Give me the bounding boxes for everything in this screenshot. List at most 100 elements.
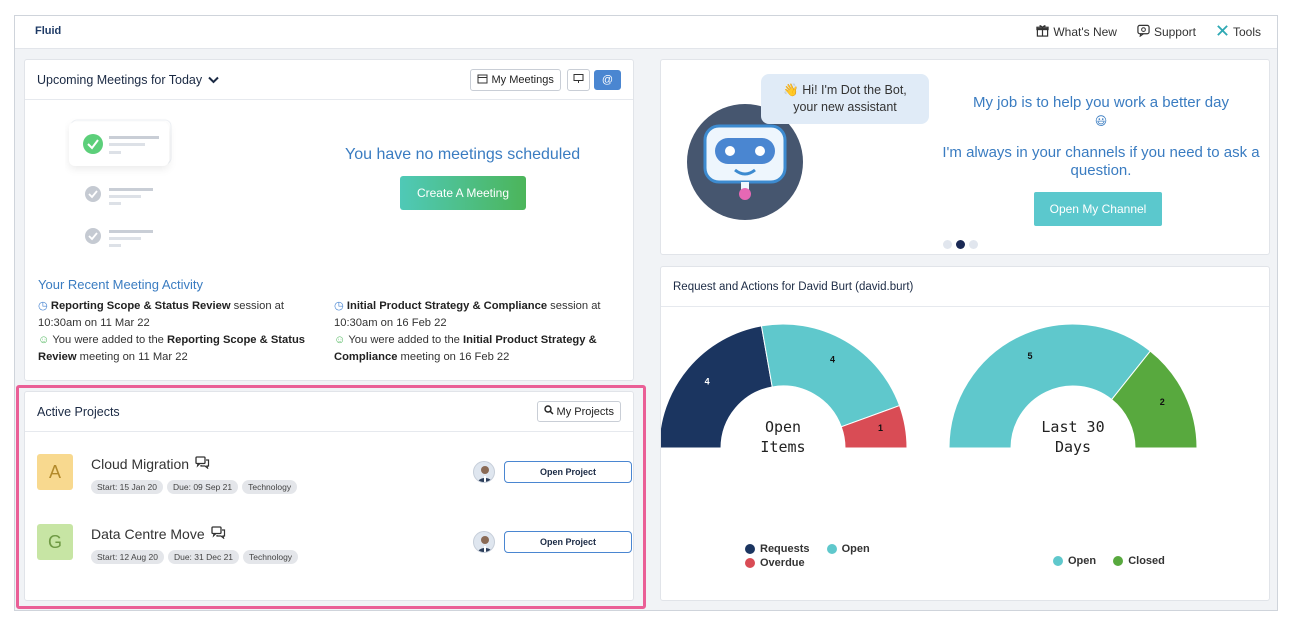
activity-item: ◷ Initial Product Strategy & Compliance …: [334, 298, 624, 332]
carousel-dot[interactable]: [969, 240, 978, 249]
slice-value-label: 4: [830, 354, 835, 364]
activity-text: meeting on 16 Feb 22: [397, 351, 510, 363]
chat-icon[interactable]: [195, 456, 210, 472]
project-name[interactable]: Data Centre Move: [91, 526, 226, 542]
donut-slice-open[interactable]: [760, 323, 901, 428]
legend-item-requests: Requests: [745, 543, 810, 555]
legend-label: Open: [841, 543, 870, 555]
chevron-down-icon[interactable]: [208, 73, 219, 87]
due-date-tag: Due: 31 Dec 21: [167, 550, 240, 564]
carousel-dot[interactable]: [943, 240, 952, 249]
avatar[interactable]: [473, 531, 495, 553]
donut-slice-requests[interactable]: [661, 325, 773, 449]
meetings-header: Upcoming Meetings for Today My Meetings …: [25, 60, 633, 100]
project-row: G Data Centre Move Start: 12 Aug 20 Due:…: [37, 524, 632, 568]
app-frame: Fluid What's New Support Tools Upcoming …: [14, 15, 1278, 611]
recent-activity-title: Your Recent Meeting Activity: [38, 277, 203, 292]
present-button[interactable]: [566, 68, 590, 91]
project-letter-badge: G: [37, 524, 73, 560]
projects-card: Active Projects My Projects A Cloud Migr…: [24, 391, 634, 601]
legend-item-open: Open: [826, 543, 870, 555]
project-letter-badge: A: [37, 454, 73, 490]
whats-new-link[interactable]: What's New: [1036, 24, 1117, 40]
clock-check-icon: ◷: [38, 300, 48, 312]
carousel-dots: [943, 240, 978, 249]
slice-value-label: 1: [878, 423, 883, 433]
my-projects-button[interactable]: My Projects: [536, 401, 621, 422]
support-icon: [1137, 24, 1150, 40]
activity-prefix: You were added to the: [348, 334, 464, 346]
legend-label: Open: [1068, 555, 1097, 567]
requests-card: Request and Actions for David Burt (davi…: [660, 266, 1270, 601]
activity-item: ☺ You were added to the Reporting Scope …: [38, 332, 328, 366]
start-date-tag: Start: 15 Jan 20: [91, 480, 164, 494]
meetings-card: Upcoming Meetings for Today My Meetings …: [24, 59, 634, 381]
meetings-illustration: [65, 116, 185, 256]
open-channel-button[interactable]: Open My Channel: [1034, 192, 1162, 226]
clock-check-icon: ◷: [334, 300, 344, 312]
create-meeting-button[interactable]: Create A Meeting: [400, 176, 526, 210]
donut-center-label: Open: [765, 418, 801, 436]
presentation-icon: [573, 73, 584, 87]
project-name[interactable]: Cloud Migration: [91, 456, 210, 472]
bot-message-1: My job is to help you work a better day …: [941, 94, 1261, 130]
calendar-icon: [477, 73, 488, 87]
open-project-button[interactable]: Open Project: [504, 461, 632, 483]
due-date-tag: Due: 09 Sep 21: [167, 480, 239, 494]
meetings-title[interactable]: Upcoming Meetings for Today: [37, 73, 470, 87]
activity-text: meeting on 11 Mar 22: [76, 351, 188, 363]
legend-open-items: Requests Open Overdue: [745, 543, 915, 571]
activity-meeting-name: Reporting Scope & Status Review: [50, 300, 231, 312]
legend-label: Closed: [1128, 555, 1165, 567]
meetings-title-label: Upcoming Meetings for Today: [37, 72, 203, 87]
whats-new-label: What's New: [1053, 25, 1117, 39]
start-date-tag: Start: 12 Aug 20: [91, 550, 164, 564]
carousel-dot-active[interactable]: [956, 240, 965, 249]
donut-center-label: Days: [1055, 438, 1091, 456]
mention-button[interactable]: @: [593, 69, 621, 90]
bot-bubble-text2: your new assistant: [793, 100, 897, 114]
slice-value-label: 5: [1028, 351, 1033, 361]
user-added-icon: ☺: [38, 334, 50, 346]
support-link[interactable]: Support: [1137, 24, 1196, 40]
bot-message-1-text: My job is to help you work a better day: [973, 94, 1229, 111]
top-links: What's New Support Tools: [1036, 24, 1261, 40]
activity-prefix: You were added to the: [52, 334, 168, 346]
smile-emoji: 😃: [1094, 114, 1108, 128]
bot-message-2: I'm always in your channels if you need …: [942, 144, 1260, 179]
open-project-button[interactable]: Open Project: [504, 531, 632, 553]
tools-link[interactable]: Tools: [1216, 24, 1261, 40]
tools-icon: [1216, 24, 1229, 40]
project-row: A Cloud Migration Start: 15 Jan 20 Due: …: [37, 454, 632, 498]
tools-label: Tools: [1232, 25, 1261, 39]
project-name-label: Data Centre Move: [91, 526, 205, 542]
search-icon: [543, 405, 554, 418]
project-name-label: Cloud Migration: [91, 456, 190, 472]
user-added-icon: ☺: [334, 334, 346, 346]
support-label: Support: [1153, 25, 1196, 39]
legend-item-closed: Closed: [1113, 555, 1165, 567]
legend-last-30-days: Open Closed: [1053, 555, 1179, 569]
wave-icon: 👋: [783, 83, 799, 97]
avatar[interactable]: [473, 461, 495, 483]
app-name[interactable]: Fluid: [35, 25, 61, 37]
donut-center-label: Last 30: [1041, 418, 1104, 436]
category-tag: Technology: [242, 480, 298, 494]
my-meetings-button[interactable]: My Meetings: [470, 68, 561, 91]
bot-bubble-line1: 👋 Hi! I'm Dot the Bot,: [761, 82, 929, 99]
category-tag: Technology: [243, 550, 299, 564]
donut-center-label: Items: [760, 438, 805, 456]
bot-speech-bubble: 👋 Hi! I'm Dot the Bot, your new assistan…: [761, 74, 929, 124]
top-bar: Fluid What's New Support Tools: [15, 16, 1277, 49]
legend-item-overdue: Overdue: [745, 557, 805, 569]
my-projects-label: My Projects: [556, 405, 614, 418]
slice-value-label: 4: [705, 376, 710, 386]
chat-icon[interactable]: [210, 526, 226, 542]
project-tags: Start: 12 Aug 20 Due: 31 Dec 21 Technolo…: [91, 550, 299, 564]
my-meetings-label: My Meetings: [491, 73, 554, 86]
projects-title: Active Projects: [37, 404, 120, 419]
slice-value-label: 2: [1160, 397, 1165, 407]
requests-title: Request and Actions for David Burt (davi…: [673, 280, 914, 293]
activity-item: ◷ Reporting Scope & Status Review sessio…: [38, 298, 328, 332]
legend-label: Overdue: [760, 557, 805, 569]
